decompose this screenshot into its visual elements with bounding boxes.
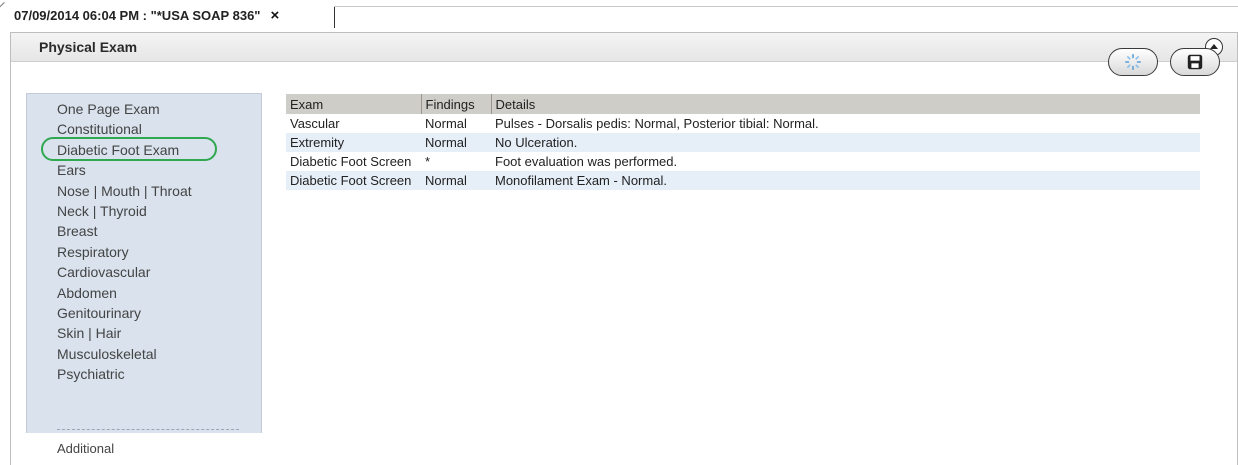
exam-findings-table: Exam Findings Details Vascular Normal Puls…: [286, 94, 1200, 190]
cell-details: No Ulceration.: [491, 133, 1200, 152]
cell-findings: Normal: [421, 133, 491, 152]
cell-details: Foot evaluation was performed.: [495, 154, 678, 169]
nav-item[interactable]: Skin | Hair: [57, 323, 192, 343]
nav-item-label: Psychiatric: [57, 366, 125, 383]
tab-close-icon[interactable]: ×: [270, 7, 279, 24]
column-header-details[interactable]: Details: [491, 94, 1200, 114]
nav-item-label: One Page Exam: [57, 101, 160, 117]
cell-exam: Diabetic Foot Screen: [290, 154, 412, 169]
nav-item-label: Genitourinary: [57, 304, 142, 321]
cell-details: Pulses - Dorsalis pedis: Normal, Posteri…: [495, 116, 819, 131]
nav-item[interactable]: Cardiovascular: [57, 262, 192, 282]
nav-item-label: Skin | Hair: [57, 325, 122, 342]
column-header-findings[interactable]: Findings: [421, 94, 492, 114]
panel-header: Physical Exam: [11, 33, 1237, 62]
save-button[interactable]: [1170, 48, 1220, 76]
nav-divider: [57, 429, 239, 431]
nav-item[interactable]: Musculoskeletal: [57, 344, 192, 364]
cell-details: Monofilament Exam - Normal.: [491, 171, 1200, 190]
nav-item-label: Respiratory: [57, 243, 129, 260]
nav-item[interactable]: Psychiatric: [57, 364, 192, 384]
nav-item-additional[interactable]: Additional: [57, 441, 114, 456]
tab-rule: [334, 6, 1238, 7]
nav-item-label: Breast: [57, 223, 98, 240]
cell-exam: Extremity: [286, 133, 421, 152]
table-row[interactable]: Vascular Normal Pulses - Dorsalis pedis: N…: [286, 114, 1200, 133]
column-header-exam[interactable]: Exam: [286, 94, 422, 114]
cell-findings: Normal: [421, 171, 491, 190]
refresh-button[interactable]: [1108, 48, 1158, 76]
tab-separator: [334, 6, 335, 28]
nav-item[interactable]: Neck | Thyroid: [57, 201, 192, 221]
tab-title: 07/09/2014 06:04 PM : "*USA SOAP 836": [14, 7, 261, 23]
nav-item[interactable]: One Page Exam: [57, 99, 192, 119]
nav-item[interactable]: Genitourinary: [57, 303, 192, 323]
table-header-row: Exam Findings Details: [286, 94, 1200, 114]
nav-item-label: Ears: [57, 162, 86, 179]
action-buttons: [1108, 48, 1220, 76]
panel-title: Physical Exam: [39, 39, 138, 55]
tab-corner-mark: [0, 2, 11, 15]
nav-item[interactable]: Respiratory: [57, 242, 192, 262]
nav-item-label: Neck | Thyroid: [57, 202, 147, 219]
nav-item[interactable]: Abdomen: [57, 283, 192, 303]
nav-item[interactable]: Breast: [57, 221, 192, 241]
tab-bar: 07/09/2014 06:04 PM : "*USA SOAP 836" ×: [0, 0, 1238, 30]
nav-item-label: Cardiovascular: [57, 264, 151, 281]
nav-item-label: Constitutional: [57, 121, 142, 138]
tab-soap-note[interactable]: 07/09/2014 06:04 PM : "*USA SOAP 836" ×: [14, 2, 279, 28]
cell-exam: Diabetic Foot Screen: [286, 171, 421, 190]
table-body: Vascular Normal Pulses - Dorsalis pedis: N…: [286, 114, 1200, 190]
table-row[interactable]: Diabetic Foot Screen * Foot evaluation was…: [286, 152, 1200, 171]
exam-section-nav: One Page Exam Constitutional Diabetic Foot…: [26, 93, 262, 456]
nav-item-label: Nose | Mouth | Throat: [57, 182, 192, 199]
nav-item[interactable]: Ears: [57, 160, 192, 180]
cell-findings: *: [425, 154, 431, 169]
selection-highlight-ring: [41, 136, 217, 161]
nav-list: One Page Exam Constitutional Diabetic Foot…: [41, 99, 217, 384]
nav-item[interactable]: Diabetic Foot Exam: [41, 136, 217, 161]
spinner-icon: [1124, 53, 1142, 71]
cell-exam: Vascular: [290, 116, 340, 131]
table-row[interactable]: Extremity Normal No Ulceration.: [286, 133, 1200, 152]
nav-item-label: Musculoskeletal: [57, 345, 157, 362]
cell-findings: Normal: [425, 116, 467, 131]
nav-item[interactable]: Nose | Mouth | Throat: [57, 181, 192, 201]
nav-item-label: Abdomen: [57, 284, 117, 301]
table-row[interactable]: Diabetic Foot Screen Normal Monofilament …: [286, 171, 1200, 190]
save-icon: [1187, 54, 1203, 70]
